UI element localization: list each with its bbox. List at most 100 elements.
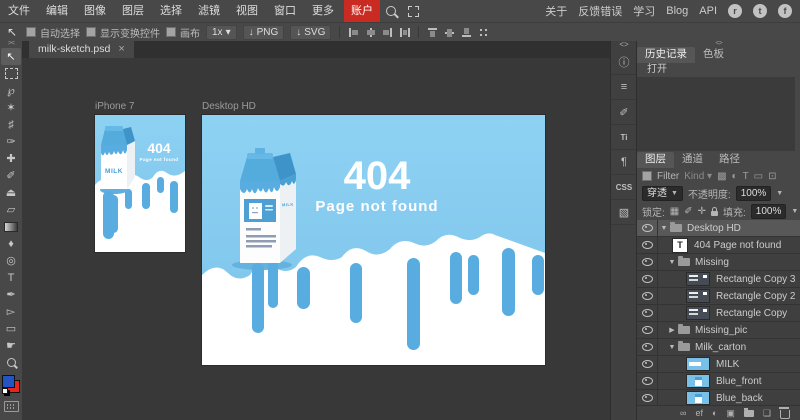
filter-checkbox[interactable] <box>642 171 652 181</box>
tab-history[interactable]: 历史记录 <box>637 47 695 63</box>
paragraph-panel-icon[interactable]: ¶ <box>611 150 637 175</box>
gradient-tool[interactable] <box>1 218 21 235</box>
eyedropper-tool[interactable]: ✑ <box>1 133 21 150</box>
artboard-desktop-hd[interactable]: MILK 404 Page not found <box>202 115 545 365</box>
healing-tool[interactable]: ✚ <box>1 150 21 167</box>
align-right-icon[interactable] <box>382 27 393 38</box>
menu-edit[interactable]: 编辑 <box>38 0 76 22</box>
kind-dropdown[interactable]: Kind ▾ <box>684 171 712 182</box>
type-tool[interactable]: T <box>1 269 21 286</box>
layer-row-milk[interactable]: MILK <box>637 356 800 373</box>
account-button[interactable]: 账户 <box>344 0 380 22</box>
visibility-toggle[interactable] <box>637 322 658 338</box>
lock-paint-icon[interactable]: ✐ <box>684 206 692 217</box>
reddit-icon[interactable]: r <box>728 4 742 18</box>
align-bottom-icon[interactable] <box>461 27 472 38</box>
zoom-tool[interactable] <box>1 354 21 371</box>
link-learn[interactable]: 学习 <box>633 3 655 19</box>
visibility-toggle[interactable] <box>637 305 658 321</box>
menu-file[interactable]: 文件 <box>0 0 38 22</box>
toolbar-collapse[interactable]: >< <box>8 40 14 48</box>
dodge-tool[interactable]: ◎ <box>1 252 21 269</box>
link-report[interactable]: 反馈错误 <box>578 3 622 19</box>
expand-caret[interactable]: ▼ <box>666 259 678 266</box>
distribute-more-icon[interactable] <box>478 27 489 38</box>
visibility-toggle[interactable] <box>637 220 658 236</box>
menu-select[interactable]: 选择 <box>152 0 190 22</box>
filter-shape-icon[interactable]: ▭ <box>754 171 763 182</box>
strip-collapse[interactable]: <> <box>619 40 628 50</box>
visibility-toggle[interactable] <box>637 356 658 372</box>
layer-row-rect-copy-3[interactable]: Rectangle Copy 3 <box>637 271 800 288</box>
artboard-label-iphone[interactable]: iPhone 7 <box>95 101 134 112</box>
css-panel-icon[interactable]: CSS <box>611 175 637 200</box>
opacity-stepper[interactable]: ▼ <box>776 190 783 197</box>
foreground-color[interactable] <box>2 375 15 388</box>
link-about[interactable]: 关于 <box>545 3 567 19</box>
menu-more[interactable]: 更多 <box>304 0 342 22</box>
layer-row-blue-front[interactable]: Blue_front <box>637 373 800 390</box>
eraser-tool[interactable]: ▱ <box>1 201 21 218</box>
canvas-area[interactable]: iPhone 7 <box>22 58 610 420</box>
path-select-tool[interactable]: ▻ <box>1 303 21 320</box>
move-tool[interactable]: ↖ <box>1 48 21 65</box>
opacity-input[interactable]: 100% <box>736 186 772 201</box>
filter-adjustment-icon[interactable]: ◐ <box>732 171 738 182</box>
new-layer-icon[interactable]: ❏ <box>763 406 771 420</box>
artboard-iphone7[interactable]: MILK 404 Page not found <box>95 115 185 252</box>
fullscreen-button[interactable] <box>402 0 424 22</box>
layer-row-missing-group[interactable]: ▼ Missing <box>637 254 800 271</box>
visibility-toggle[interactable] <box>637 271 658 287</box>
expand-caret[interactable]: ▼ <box>658 225 670 232</box>
link-api[interactable]: API <box>699 5 717 17</box>
blend-mode-dropdown[interactable]: 穿透 ▼ <box>642 186 683 201</box>
lock-all-icon[interactable] <box>711 211 718 216</box>
close-icon[interactable]: × <box>118 43 124 55</box>
layer-row-milk-carton-group[interactable]: ▼ Milk_carton <box>637 339 800 356</box>
brush-tool[interactable]: ✐ <box>1 167 21 184</box>
menu-layer[interactable]: 图层 <box>114 0 152 22</box>
search-button[interactable] <box>380 0 402 22</box>
fill-input[interactable]: 100% <box>751 204 787 219</box>
distribute-h-icon[interactable] <box>399 27 410 38</box>
magic-wand-tool[interactable]: ✶ <box>1 99 21 116</box>
new-group-icon[interactable] <box>744 410 754 417</box>
artboard-label-desktop[interactable]: Desktop HD <box>202 101 256 112</box>
layer-effects-icon[interactable]: ef <box>695 406 703 420</box>
lasso-tool[interactable]: ℘ <box>1 82 21 99</box>
align-center-h-icon[interactable] <box>365 27 376 38</box>
layer-row-desktop-hd[interactable]: ▼ Desktop HD <box>637 220 800 237</box>
facebook-icon[interactable]: f <box>778 4 792 18</box>
canvas-checkbox[interactable]: 画布 <box>166 25 200 40</box>
tab-layers[interactable]: 图层 <box>637 152 674 168</box>
link-blog[interactable]: Blog <box>666 5 688 17</box>
hand-tool[interactable]: ☛ <box>1 337 21 354</box>
visibility-toggle[interactable] <box>637 288 658 304</box>
expand-caret[interactable]: ▶ <box>666 326 678 334</box>
layer-row-missing-pic-group[interactable]: ▶ Missing_pic <box>637 322 800 339</box>
align-top-icon[interactable] <box>427 27 438 38</box>
align-left-icon[interactable] <box>348 27 359 38</box>
image-panel-icon[interactable]: ▧ <box>611 200 637 225</box>
menu-image[interactable]: 图像 <box>76 0 114 22</box>
lock-position-icon[interactable]: ✛ <box>698 206 706 217</box>
twitter-icon[interactable]: t <box>753 4 767 18</box>
layer-row-blue-back[interactable]: Blue_back <box>637 390 800 406</box>
align-middle-icon[interactable] <box>444 27 455 38</box>
link-layers-icon[interactable]: ∞ <box>680 406 686 420</box>
export-svg-button[interactable]: ↓ SVG <box>290 25 331 40</box>
tab-paths[interactable]: 路径 <box>711 152 748 168</box>
visibility-toggle[interactable] <box>637 339 658 355</box>
pen-tool[interactable]: ✒ <box>1 286 21 303</box>
layer-row-404-text[interactable]: T 404 Page not found <box>637 237 800 254</box>
tab-channels[interactable]: 通道 <box>674 152 711 168</box>
visibility-toggle[interactable] <box>637 373 658 389</box>
menu-filter[interactable]: 滤镜 <box>190 0 228 22</box>
clone-stamp-tool[interactable]: ⏏ <box>1 184 21 201</box>
layer-mask-icon[interactable]: ▣ <box>726 406 735 420</box>
adjustment-layer-icon[interactable]: ◐ <box>712 406 717 420</box>
crop-tool[interactable]: ♯ <box>1 116 21 133</box>
color-swatches[interactable] <box>2 375 20 393</box>
menu-window[interactable]: 窗口 <box>266 0 304 22</box>
filter-smart-icon[interactable]: ⊡ <box>768 171 776 182</box>
